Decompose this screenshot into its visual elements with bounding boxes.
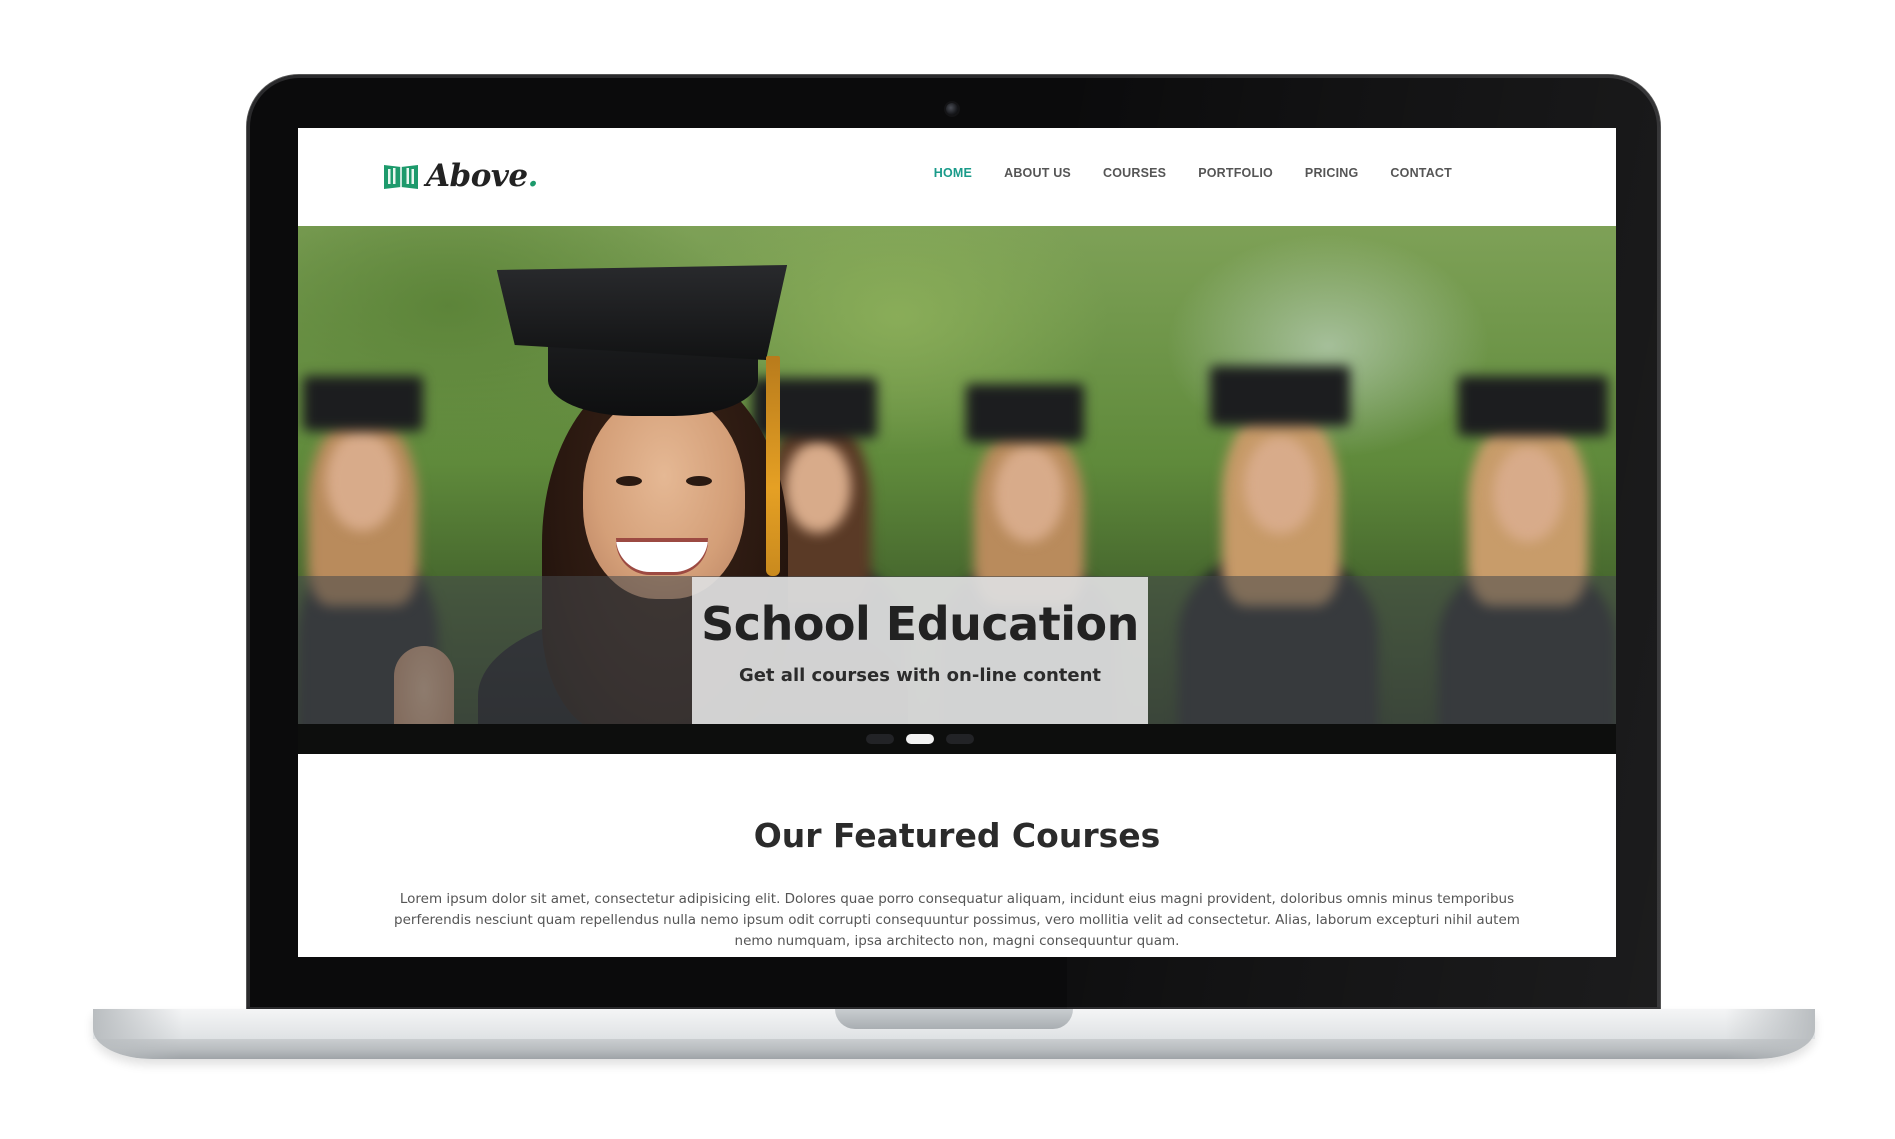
- hero-caption: School Education Get all courses with on…: [692, 577, 1148, 724]
- website-screen: Above. HOME ABOUT US COURSES PORTFOLIO P…: [298, 128, 1616, 957]
- brand-name: Above.: [426, 158, 538, 194]
- hero-title: School Education: [701, 597, 1139, 651]
- laptop-notch: [835, 1009, 1073, 1029]
- hero-subtitle: Get all courses with on-line content: [738, 665, 1102, 686]
- slider-dot-3[interactable]: [946, 734, 974, 744]
- site-header: Above. HOME ABOUT US COURSES PORTFOLIO P…: [298, 128, 1616, 226]
- logo[interactable]: Above.: [382, 158, 538, 194]
- slider-dot-2[interactable]: [906, 734, 934, 744]
- webcam-icon: [946, 103, 958, 115]
- slider-dot-1[interactable]: [866, 734, 894, 744]
- featured-courses-text: Lorem ipsum dolor sit amet, consectetur …: [394, 891, 1520, 949]
- main-nav: HOME ABOUT US COURSES PORTFOLIO PRICING …: [934, 166, 1452, 180]
- featured-courses-title: Our Featured Courses: [753, 816, 1161, 855]
- nav-item-pricing[interactable]: PRICING: [1305, 166, 1359, 180]
- nav-item-contact[interactable]: CONTACT: [1390, 166, 1452, 180]
- nav-item-about-us[interactable]: ABOUT US: [1004, 166, 1071, 180]
- book-icon: [384, 165, 418, 189]
- slider-dots: [866, 734, 974, 744]
- nav-item-home[interactable]: HOME: [934, 166, 972, 180]
- hero-slider: School Education Get all courses with on…: [298, 226, 1616, 754]
- nav-item-portfolio[interactable]: PORTFOLIO: [1198, 166, 1273, 180]
- nav-item-courses[interactable]: COURSES: [1103, 166, 1166, 180]
- laptop-base: [93, 1009, 1815, 1059]
